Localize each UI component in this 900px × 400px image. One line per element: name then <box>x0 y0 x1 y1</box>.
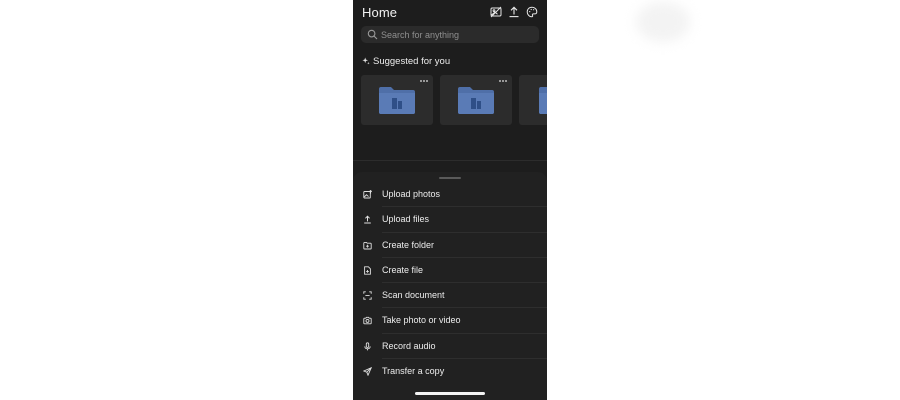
upload-icon[interactable] <box>508 6 520 18</box>
send-icon <box>363 367 372 377</box>
upload-photos-icon <box>363 190 372 199</box>
sparkle-icon <box>362 57 370 65</box>
suggested-card[interactable] <box>519 75 547 125</box>
sheet-drag-handle[interactable] <box>439 177 461 179</box>
menu-item-create-file[interactable]: Create file <box>353 258 547 284</box>
home-indicator <box>415 392 485 395</box>
menu-item-record-audio[interactable]: Record audio <box>353 334 547 360</box>
suggested-card[interactable] <box>361 75 433 125</box>
search-input[interactable] <box>381 27 531 42</box>
menu-item-upload-files[interactable]: Upload files <box>353 207 547 233</box>
scan-icon <box>363 291 372 300</box>
menu-item-upload-photos[interactable]: Upload photos <box>353 182 547 208</box>
blurred-background-shape <box>636 2 690 42</box>
suggested-header: Suggested for you <box>362 55 450 67</box>
page-title: Home <box>362 5 398 20</box>
menu-item-take-photo-or-video[interactable]: Take photo or video <box>353 308 547 334</box>
create-file-icon <box>363 266 372 275</box>
camera-icon <box>363 316 372 325</box>
suggested-cards <box>361 75 547 126</box>
create-folder-icon <box>363 241 372 250</box>
photo-off-icon[interactable] <box>490 6 502 18</box>
folder-icon <box>538 85 547 115</box>
menu-item-transfer-a-copy[interactable]: Transfer a copy <box>353 359 547 384</box>
suggested-card[interactable] <box>440 75 512 125</box>
folder-icon <box>457 85 495 115</box>
more-icon[interactable] <box>419 78 429 84</box>
search-bar[interactable] <box>361 26 539 43</box>
action-menu: Upload photos Upload files Create folder… <box>353 182 547 384</box>
section-divider <box>353 160 547 161</box>
folder-icon <box>378 85 416 115</box>
microphone-icon <box>363 342 372 351</box>
phone-screen: Home Search for anything Suggested for y… <box>353 0 547 400</box>
menu-item-create-folder[interactable]: Create folder <box>353 233 547 258</box>
palette-icon[interactable] <box>526 6 538 18</box>
more-icon[interactable] <box>498 78 508 84</box>
search-icon <box>367 29 378 40</box>
action-sheet: Upload photos Upload files Create folder… <box>353 172 547 400</box>
top-bar: Home <box>353 0 547 24</box>
menu-item-scan-document[interactable]: Scan document <box>353 283 547 309</box>
section-title: Suggested for you <box>373 55 451 67</box>
upload-icon <box>363 215 372 224</box>
